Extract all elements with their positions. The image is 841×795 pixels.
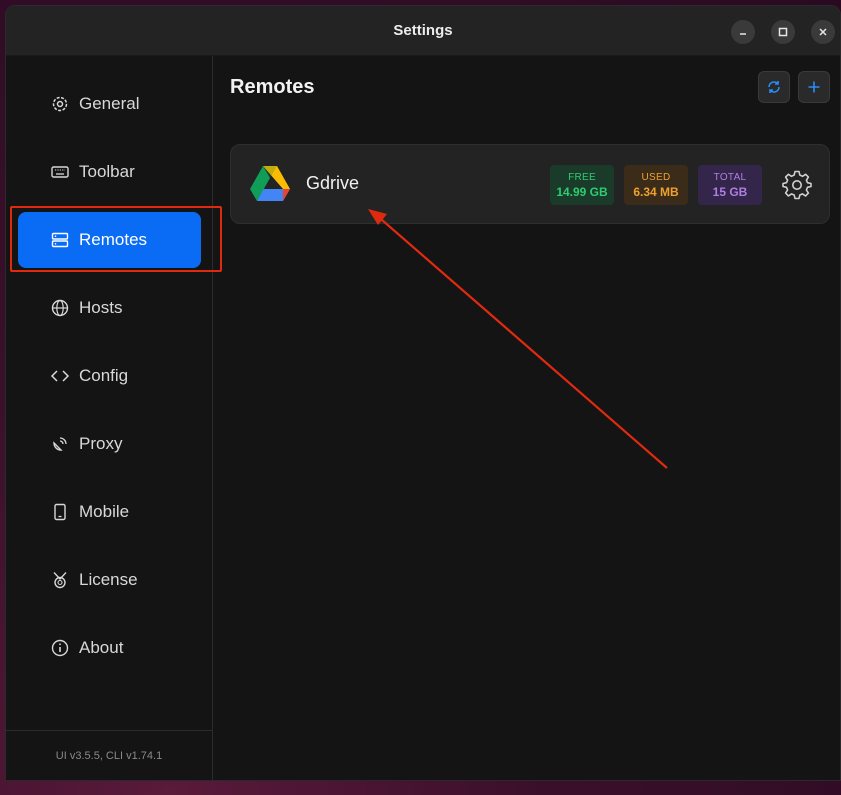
- sidebar-item-hosts[interactable]: Hosts: [18, 280, 201, 336]
- close-icon: [819, 28, 827, 36]
- sidebar: General Toolbar Remotes Hosts Config Pro…: [6, 56, 222, 780]
- gear-cycle-icon: [50, 94, 70, 114]
- sidebar-item-label: Toolbar: [79, 162, 135, 181]
- title-bar: Settings: [6, 6, 840, 56]
- remote-card[interactable]: Gdrive FREE 14.99 GB USED 6.34 MB TOTAL …: [230, 144, 830, 224]
- free-value: 14.99 GB: [556, 184, 608, 199]
- sidebar-item-label: License: [79, 570, 138, 589]
- sidebar-item-label: Proxy: [79, 434, 123, 453]
- refresh-button[interactable]: [758, 71, 790, 103]
- total-label: TOTAL: [713, 171, 747, 183]
- minimize-button[interactable]: [731, 20, 755, 44]
- sidebar-item-toolbar[interactable]: Toolbar: [18, 144, 201, 200]
- free-space-badge: FREE 14.99 GB: [550, 165, 614, 205]
- add-remote-button[interactable]: [798, 71, 830, 103]
- version-info: UI v3.5.5, CLI v1.74.1: [6, 730, 212, 780]
- used-label: USED: [641, 171, 671, 183]
- sidebar-item-label: General: [79, 94, 140, 113]
- close-button[interactable]: [811, 20, 835, 44]
- mobile-icon: [50, 502, 70, 522]
- settings-window: Settings General Toolbar Remotes Hosts C…: [5, 5, 841, 781]
- free-label: FREE: [568, 171, 596, 183]
- sidebar-item-proxy[interactable]: Proxy: [18, 416, 201, 472]
- sidebar-item-config[interactable]: Config: [18, 348, 201, 404]
- total-value: 15 GB: [712, 184, 748, 199]
- keyboard-icon: [50, 162, 70, 182]
- gear-icon: [782, 170, 812, 200]
- refresh-icon: [768, 81, 780, 93]
- minimize-icon: [740, 33, 746, 35]
- page-title: Remotes: [230, 76, 315, 98]
- satellite-dish-icon: [50, 434, 70, 454]
- code-icon: [50, 366, 70, 386]
- used-value: 6.34 MB: [633, 184, 679, 199]
- main-content: Remotes Gdrive FREE 14.99 GB USED 6.34 M…: [214, 56, 840, 780]
- sidebar-item-label: About: [79, 638, 124, 657]
- annotation-highlight-box: [10, 206, 222, 272]
- plus-icon: [808, 81, 820, 93]
- sidebar-item-license[interactable]: License: [18, 552, 201, 608]
- sidebar-item-about[interactable]: About: [18, 620, 201, 676]
- used-space-badge: USED 6.34 MB: [624, 165, 688, 205]
- award-icon: [50, 570, 70, 590]
- maximize-icon: [778, 27, 788, 37]
- remote-settings-button[interactable]: [781, 169, 813, 201]
- remote-name: Gdrive: [306, 173, 360, 193]
- total-space-badge: TOTAL 15 GB: [698, 165, 762, 205]
- sidebar-item-general[interactable]: General: [18, 76, 201, 132]
- sidebar-item-label: Config: [79, 366, 129, 385]
- window-title: Settings: [393, 22, 453, 39]
- sidebar-item-mobile[interactable]: Mobile: [18, 484, 201, 540]
- globe-icon: [50, 298, 70, 318]
- info-icon: [50, 638, 70, 658]
- maximize-button[interactable]: [771, 20, 795, 44]
- google-drive-icon: [249, 165, 291, 208]
- sidebar-item-label: Hosts: [79, 298, 123, 317]
- sidebar-item-label: Mobile: [79, 502, 130, 521]
